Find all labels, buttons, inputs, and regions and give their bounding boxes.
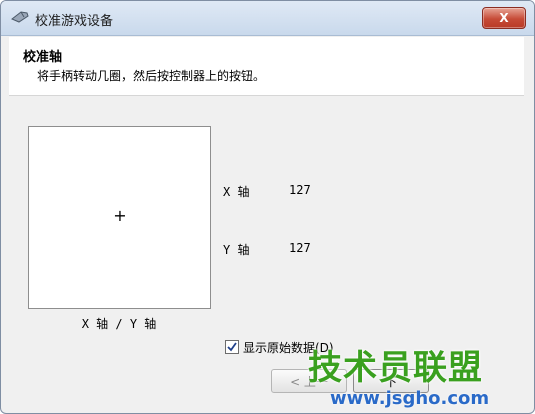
close-icon: X [499, 11, 509, 25]
header-panel: 校准轴 将手柄转动几圈，然后按控制器上的按钮。 [9, 37, 524, 96]
raw-data-checkbox[interactable] [225, 340, 239, 354]
title-bar[interactable]: 校准游戏设备 X [1, 1, 534, 36]
section-title: 校准轴 [23, 50, 63, 65]
back-button-label: < 上一 [290, 374, 328, 389]
raw-data-checkbox-row[interactable]: 显示原始数据(D) [225, 338, 334, 356]
next-button[interactable]: 下 [353, 369, 429, 393]
checkmark-icon [227, 342, 237, 352]
close-button[interactable]: X [482, 7, 526, 29]
content-panel: + X 轴 / Y 轴 X 轴 127 Y 轴 127 显示原始数据(D) < … [9, 97, 524, 409]
x-axis-value: 127 [289, 183, 311, 197]
crosshair-icon: + [113, 206, 127, 225]
window-title: 校准游戏设备 [35, 14, 114, 29]
game-controller-icon [11, 11, 29, 23]
back-button[interactable]: < 上一 [271, 369, 347, 393]
y-axis-label: Y 轴 [223, 243, 250, 257]
y-axis-value: 127 [289, 241, 311, 255]
raw-data-checkbox-label: 显示原始数据(D) [243, 340, 334, 355]
axis-display-caption: X 轴 / Y 轴 [81, 317, 157, 331]
calibration-dialog: 校准游戏设备 X 校准轴 将手柄转动几圈，然后按控制器上的按钮。 + X 轴 /… [0, 0, 535, 414]
xy-axis-display: + [28, 126, 211, 309]
x-axis-label: X 轴 [223, 185, 250, 199]
next-button-label: 下 [384, 374, 397, 389]
section-description: 将手柄转动几圈，然后按控制器上的按钮。 [37, 69, 266, 83]
